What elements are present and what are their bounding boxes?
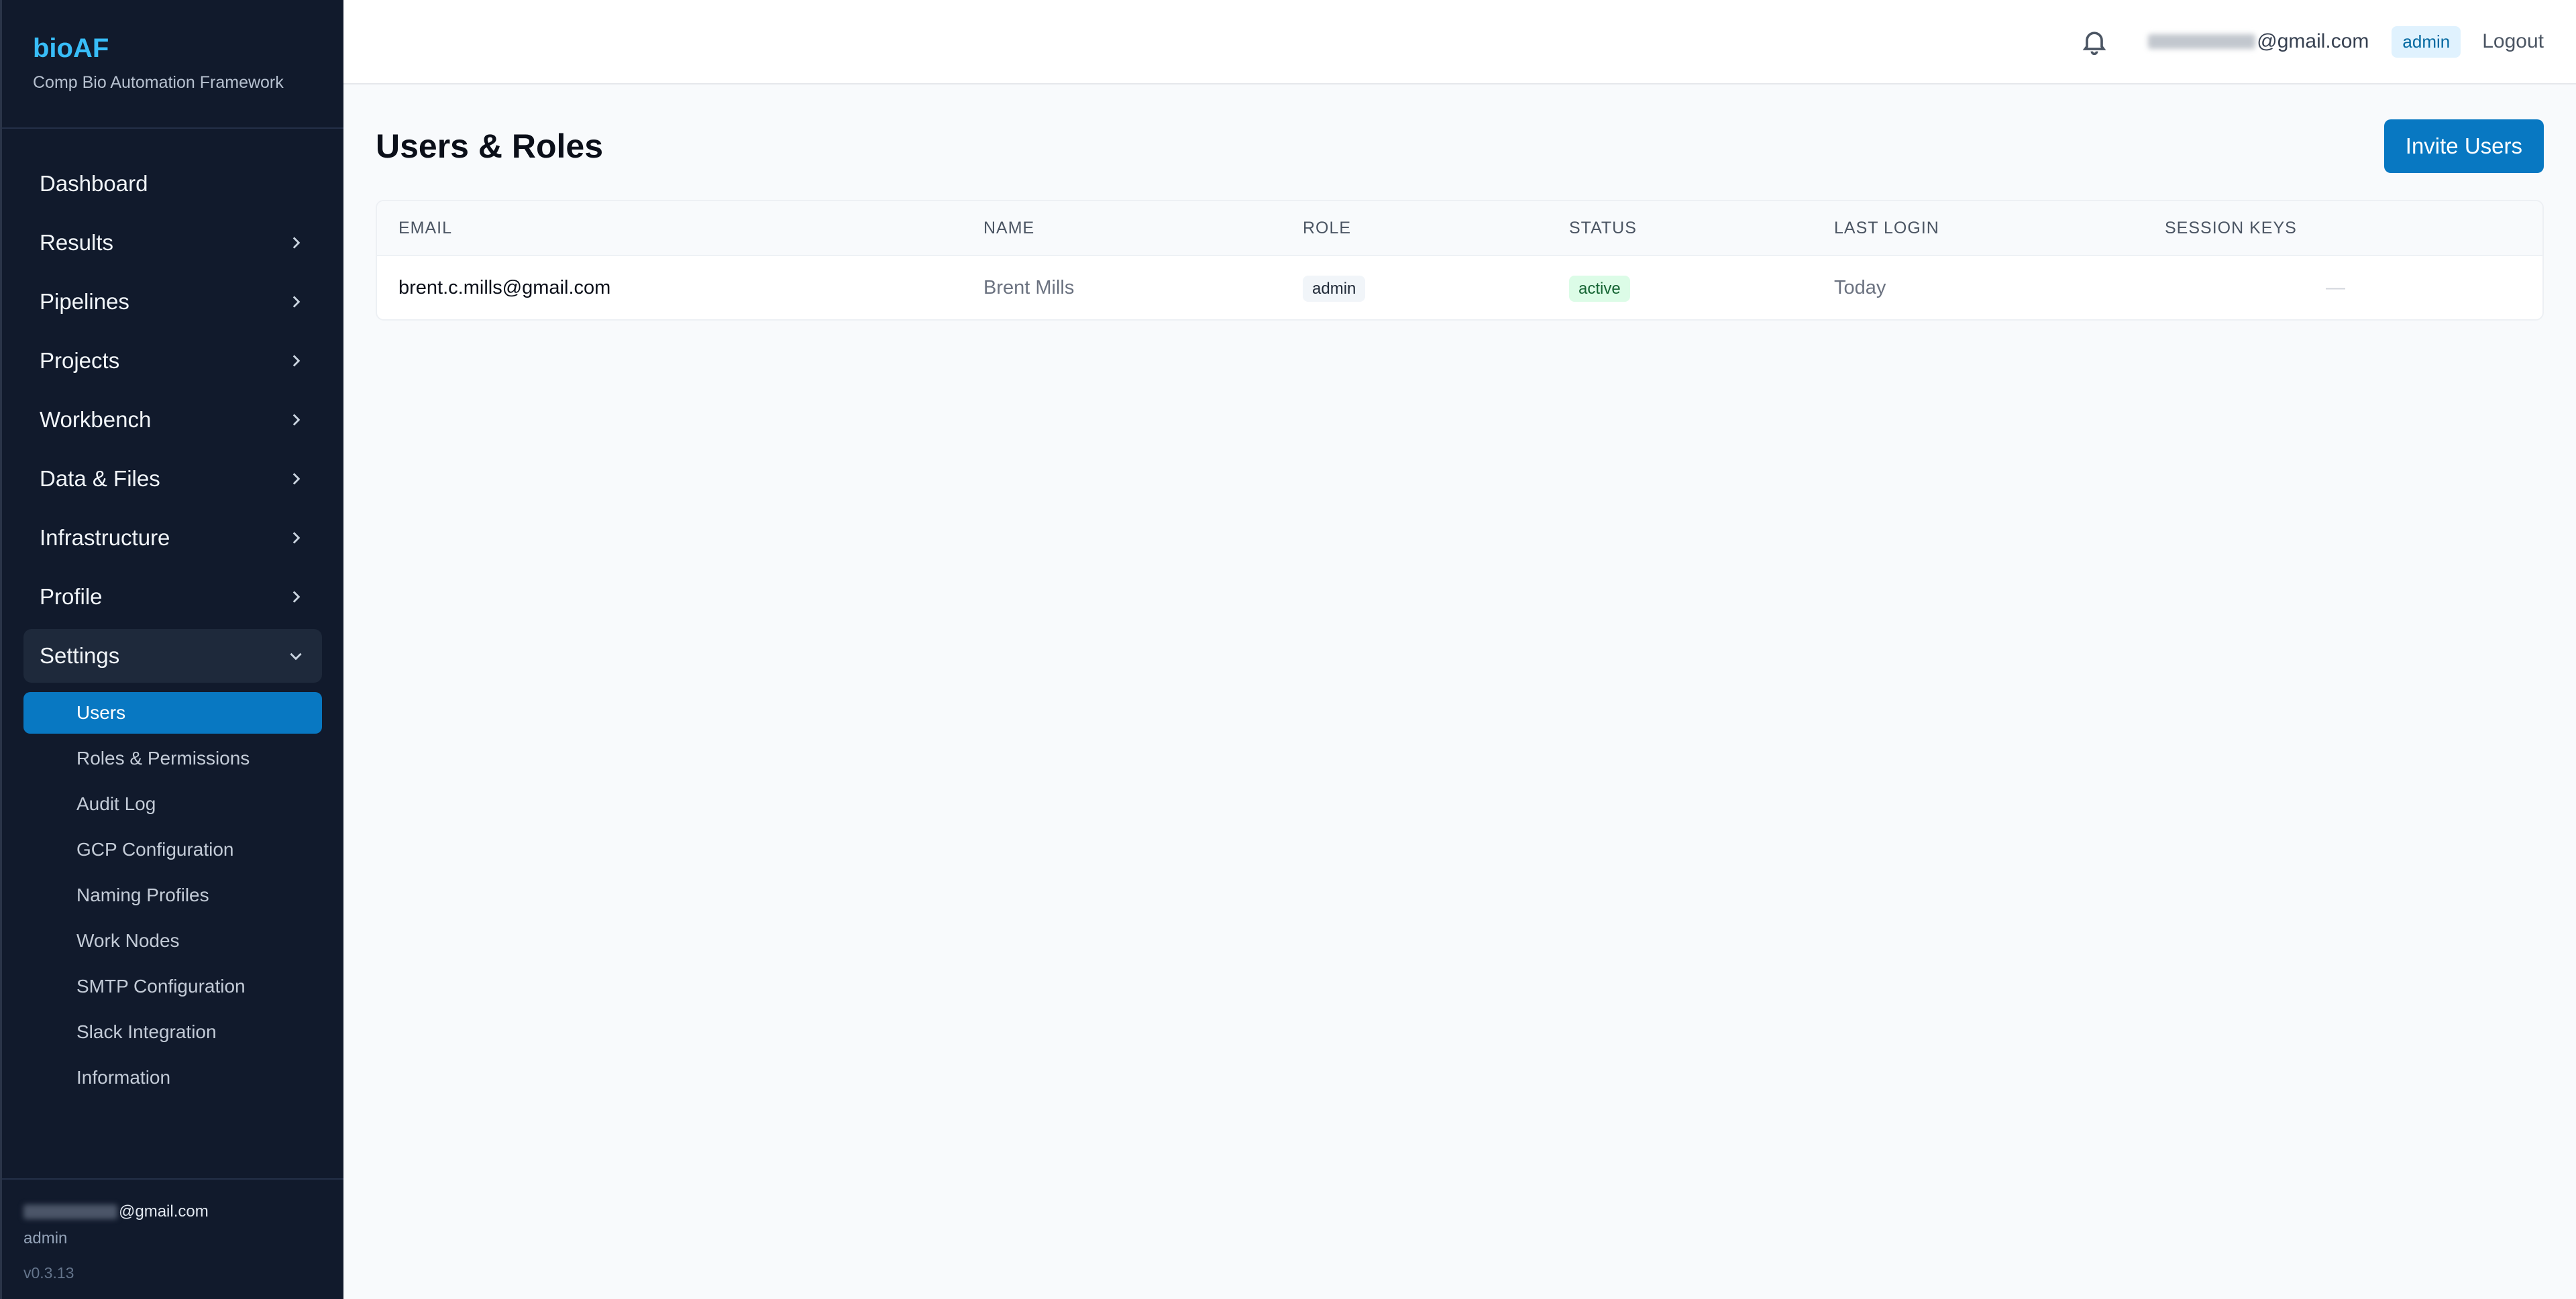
logout-link[interactable]: Logout [2482, 30, 2544, 53]
sidebar-item-label: Settings [40, 643, 120, 668]
brand-subtitle: Comp Bio Automation Framework [33, 73, 284, 92]
app-version: v0.3.13 [23, 1264, 74, 1282]
sidebar-item-profile[interactable]: Profile [23, 570, 322, 624]
cell-session-keys: — [2165, 277, 2542, 299]
column-header-role[interactable]: ROLE [1303, 219, 1569, 238]
topbar-user-email-suffix: @gmail.com [2257, 30, 2369, 52]
bell-icon[interactable] [2080, 27, 2109, 56]
sidebar-subitem-naming-profiles[interactable]: Naming Profiles [23, 874, 322, 916]
column-header-session-keys[interactable]: SESSION KEYS [2165, 219, 2542, 238]
topbar-user-email: @gmail.com [2148, 30, 2369, 53]
redacted-text [23, 1204, 117, 1219]
sidebar-item-label: Results [40, 230, 114, 255]
chevron-right-icon [286, 469, 306, 489]
settings-submenu: Users Roles & Permissions Audit Log GCP … [2, 688, 343, 1098]
topbar: @gmail.com admin Logout [343, 0, 2576, 84]
cell-last-login: Today [1834, 276, 1886, 298]
sidebar-user-role: admin [23, 1229, 68, 1247]
sidebar-item-label: Profile [40, 584, 103, 609]
sidebar-item-pipelines[interactable]: Pipelines [23, 275, 322, 329]
sidebar-item-projects[interactable]: Projects [23, 334, 322, 388]
sidebar-item-label: Data & Files [40, 466, 160, 491]
sidebar-subitem-users[interactable]: Users [23, 692, 322, 734]
cell-status: active [1569, 275, 1834, 302]
sidebar-item-settings[interactable]: Settings [23, 629, 322, 683]
chevron-right-icon [286, 351, 306, 371]
cell-email: brent.c.mills@gmail.com [398, 276, 611, 298]
chevron-right-icon [286, 410, 306, 430]
table-header: EMAIL NAME ROLE STATUS LAST LOGIN SESSIO… [377, 201, 2542, 255]
brand-title[interactable]: bioAF [33, 34, 343, 64]
sidebar-item-label: Pipelines [40, 289, 129, 314]
sidebar-subitem-gcp-configuration[interactable]: GCP Configuration [23, 829, 322, 870]
column-header-last-login[interactable]: LAST LOGIN [1834, 219, 2165, 238]
brand: bioAF Comp Bio Automation Framework [2, 0, 343, 129]
status-badge: active [1569, 275, 1630, 302]
chevron-right-icon [286, 233, 306, 253]
column-header-name[interactable]: NAME [983, 219, 1303, 238]
session-keys-value: — [2326, 276, 2345, 298]
sidebar-subitem-roles-permissions[interactable]: Roles & Permissions [23, 738, 322, 779]
sidebar-item-label: Workbench [40, 407, 152, 432]
redacted-text [2148, 34, 2256, 49]
column-header-status[interactable]: STATUS [1569, 219, 1834, 238]
cell-role: admin [1303, 275, 1569, 302]
invite-users-button[interactable]: Invite Users [2383, 119, 2544, 173]
main-area: @gmail.com admin Logout Users & Roles In… [343, 0, 2576, 1299]
sidebar-item-label: Dashboard [40, 171, 148, 196]
sidebar-item-workbench[interactable]: Workbench [23, 393, 322, 447]
users-table: EMAIL NAME ROLE STATUS LAST LOGIN SESSIO… [376, 200, 2544, 321]
chevron-right-icon [286, 528, 306, 548]
sidebar: bioAF Comp Bio Automation Framework Dash… [0, 0, 343, 1299]
table-row[interactable]: brent.c.mills@gmail.com Brent Mills admi… [377, 255, 2542, 319]
sidebar-footer: @gmail.com admin v0.3.13 [2, 1178, 343, 1299]
page-title: Users & Roles [376, 127, 604, 165]
sidebar-item-infrastructure[interactable]: Infrastructure [23, 511, 322, 565]
cell-name: Brent Mills [983, 276, 1075, 298]
sidebar-user-email-suffix: @gmail.com [119, 1202, 209, 1221]
sidebar-item-data-files[interactable]: Data & Files [23, 452, 322, 506]
app-window: bioAF Comp Bio Automation Framework Dash… [0, 0, 2576, 1299]
page-content: Users & Roles Invite Users EMAIL NAME RO… [343, 84, 2576, 321]
chevron-down-icon [286, 646, 306, 666]
sidebar-subitem-work-nodes[interactable]: Work Nodes [23, 920, 322, 962]
chevron-right-icon [286, 587, 306, 607]
sidebar-subitem-audit-log[interactable]: Audit Log [23, 783, 322, 825]
sidebar-item-label: Projects [40, 348, 120, 373]
sidebar-item-dashboard[interactable]: Dashboard [23, 157, 322, 211]
column-header-email[interactable]: EMAIL [377, 219, 983, 238]
sidebar-item-results[interactable]: Results [23, 216, 322, 270]
page-header: Users & Roles Invite Users [376, 119, 2544, 173]
sidebar-nav: Dashboard Results Pipelines Projects Wor… [2, 129, 343, 1178]
sidebar-subitem-smtp-configuration[interactable]: SMTP Configuration [23, 966, 322, 1007]
chevron-right-icon [286, 292, 306, 312]
sidebar-user-email: @gmail.com [23, 1202, 343, 1221]
sidebar-subitem-slack-integration[interactable]: Slack Integration [23, 1011, 322, 1053]
sidebar-item-label: Infrastructure [40, 525, 170, 550]
role-badge: admin [2392, 25, 2461, 58]
role-pill[interactable]: admin [1303, 275, 1366, 302]
sidebar-subitem-information[interactable]: Information [23, 1057, 322, 1098]
